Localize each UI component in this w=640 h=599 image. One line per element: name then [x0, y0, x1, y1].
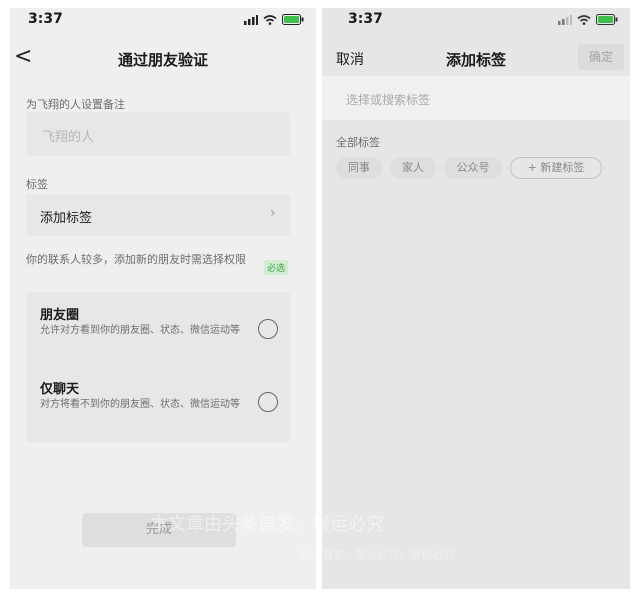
status-time: 3:37 [348, 11, 383, 27]
add-tag-label: 添加标签 [40, 211, 93, 226]
tag-chip[interactable]: 同事 [336, 157, 382, 179]
option-moments[interactable]: 朋友圈 允许对方看到你的朋友圈、状态、微信运动等 [26, 292, 290, 368]
battery-icon [282, 14, 304, 25]
option-title: 朋友圈 [40, 308, 80, 323]
add-tag-screen: 3:37 取消 添加标签 确定 选择或搜索标签 全部标签 同事 家人 公众号 +… [322, 8, 630, 589]
tag-chip[interactable]: 公众号 [444, 157, 502, 179]
chevron-right-icon: › [270, 205, 276, 221]
tag-search-input[interactable]: 选择或搜索标签 [322, 76, 630, 120]
watermark-subtext: 头条首发，搬运必究，侵权必究 [300, 548, 454, 561]
radio-button[interactable] [258, 319, 278, 339]
remark-placeholder: 飞翔的人 [42, 130, 95, 145]
add-tag-row[interactable]: 添加标签 › [26, 194, 290, 236]
signal-icon [558, 14, 572, 25]
watermark-text: 本文章由头条首发，搬运必究 [150, 514, 384, 534]
verify-friend-screen: 3:37 < 通过朋友验证 为飞翔的人设置备注 飞翔的人 标签 添加标签 › 你… [10, 8, 316, 589]
signal-icon [244, 14, 258, 25]
nav-bar: < 通过朋友验证 [10, 42, 316, 74]
nav-bar: 取消 添加标签 确定 [322, 42, 630, 74]
status-time: 3:37 [28, 11, 63, 27]
page-title: 通过朋友验证 [117, 51, 208, 69]
confirm-button[interactable]: 确定 [578, 44, 624, 70]
all-tags-label: 全部标签 [336, 136, 380, 149]
status-bar: 3:37 [10, 8, 316, 34]
tags-label: 标签 [26, 178, 48, 191]
status-icons [244, 14, 304, 25]
tag-chip[interactable]: 家人 [390, 157, 436, 179]
new-tag-button[interactable]: + 新建标签 [510, 157, 602, 179]
wifi-icon [577, 14, 591, 25]
remark-label: 为飞翔的人设置备注 [26, 98, 125, 111]
permission-notice: 你的联系人较多，添加新的朋友时需选择权限 [26, 253, 246, 266]
required-badge: 必选 [264, 260, 289, 275]
search-placeholder: 选择或搜索标签 [346, 93, 431, 107]
option-chat-only[interactable]: 仅聊天 对方将看不到你的朋友圈、状态、微信运动等 [26, 370, 290, 442]
battery-icon [596, 14, 618, 25]
remark-input[interactable]: 飞翔的人 [26, 112, 290, 156]
option-desc: 对方将看不到你的朋友圈、状态、微信运动等 [40, 399, 240, 410]
status-bar: 3:37 [322, 8, 630, 34]
radio-button[interactable] [258, 392, 278, 412]
status-icons [558, 14, 618, 25]
option-desc: 允许对方看到你的朋友圈、状态、微信运动等 [40, 325, 240, 336]
wifi-icon [263, 14, 277, 25]
option-title: 仅聊天 [40, 382, 80, 397]
